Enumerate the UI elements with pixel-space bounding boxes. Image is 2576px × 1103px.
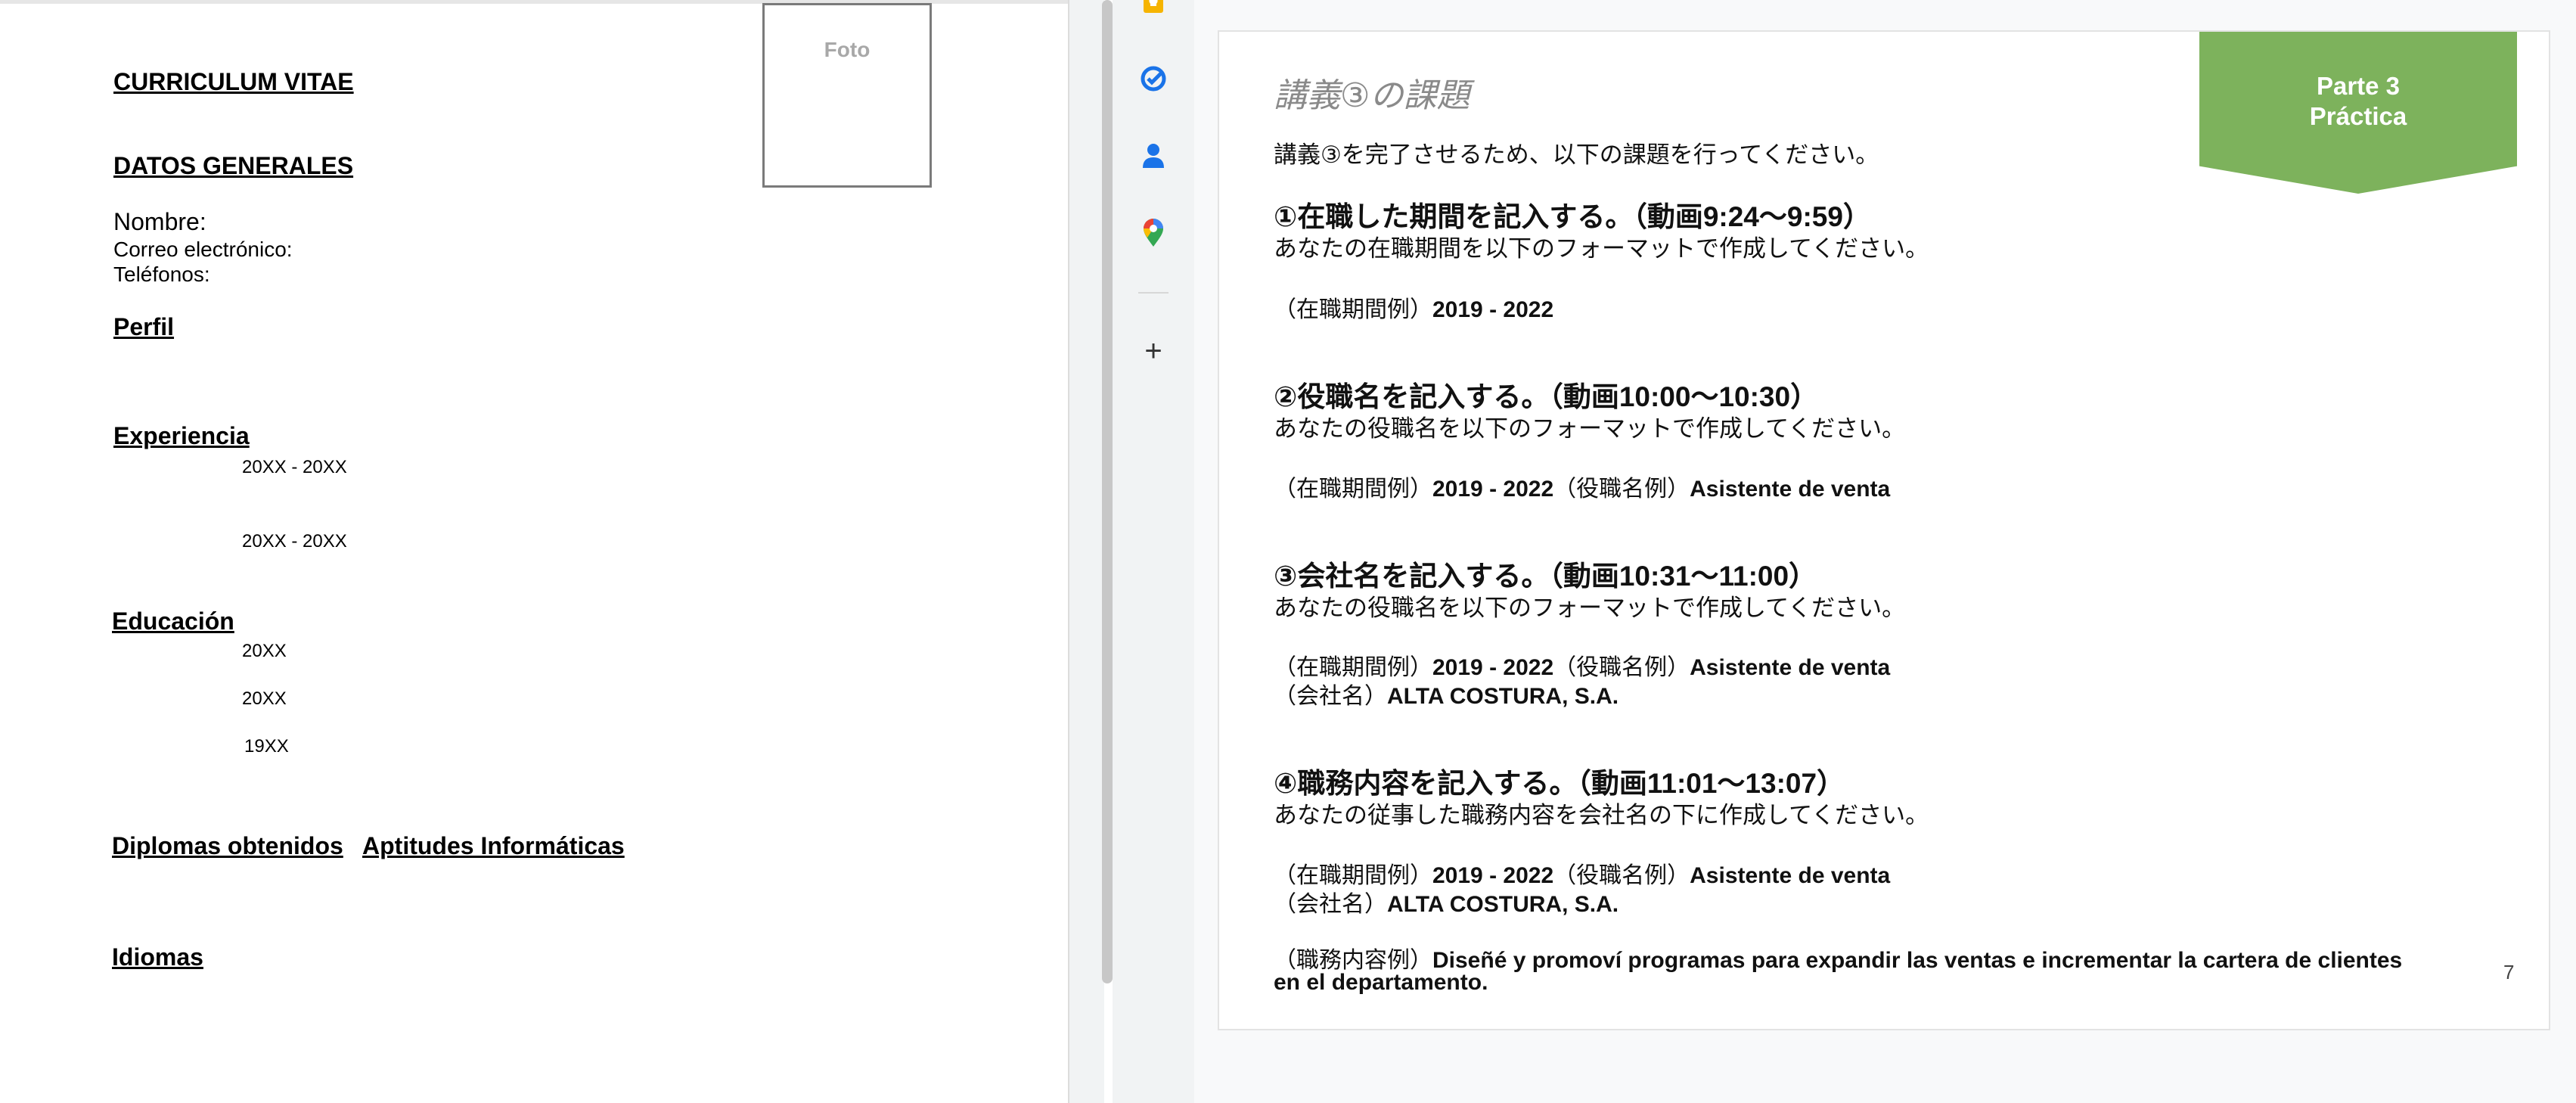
side-panel-divider: [1138, 292, 1169, 294]
keep-icon[interactable]: [1138, 0, 1169, 18]
contacts-icon[interactable]: [1138, 141, 1169, 171]
education-date: 20XX: [242, 688, 287, 709]
duties-value-line-1: Diseñé y promoví programas para expandir…: [1432, 948, 2403, 973]
diplomas-heading: Diplomas obtenidos: [112, 832, 343, 859]
task-1-example: （在職期間例）2019 - 2022: [1274, 291, 1553, 324]
slide-title: 講義③の課題: [1274, 76, 1470, 115]
languages-heading: Idiomas: [112, 943, 203, 971]
role-label: （役職名例）: [1553, 477, 1690, 502]
task-2-example: （在職期間例）2019 - 2022（役職名例）Asistente de ven…: [1274, 470, 1890, 503]
education-date: 19XX: [244, 736, 289, 757]
role-value: Asistente de venta: [1690, 477, 1891, 502]
period-label: （在職期間例）: [1274, 297, 1432, 322]
cv-title: CURRICULUM VITAE: [113, 68, 354, 95]
name-label: Nombre:: [113, 208, 206, 235]
section-banner: Parte 3 Práctica: [2199, 32, 2517, 194]
slide-intro: 講義③を完了させるため、以下の課題を行ってください。: [1274, 141, 1879, 168]
task-4-example-line-4: en el departamento.: [1274, 970, 1488, 996]
task-3-example-line-2: （会社名）ALTA COSTURA, S.A.: [1274, 677, 1619, 710]
period-value: 2019 - 2022: [1432, 297, 1554, 322]
experience-heading: Experiencia: [113, 422, 250, 449]
period-label: （在職期間例）: [1274, 477, 1432, 502]
company-value: ALTA COSTURA, S.A.: [1387, 892, 1619, 917]
profile-heading: Perfil: [113, 313, 175, 340]
computer-skills-heading: Aptitudes Informáticas: [362, 832, 625, 859]
duties-value-line-2: en el departamento.: [1274, 970, 1488, 995]
education-date: 20XX: [242, 641, 287, 661]
experience-date: 20XX - 20XX: [242, 457, 347, 477]
add-label: +: [1144, 334, 1162, 368]
task-2-heading: ②役職名を記入する。（動画10:00〜10:30）: [1274, 381, 1819, 412]
cv-document[interactable]: CURRICULUM VITAE Foto DATOS GENERALES No…: [0, 0, 1068, 1103]
task-4-example-line-2: （会社名）ALTA COSTURA, S.A.: [1274, 885, 1619, 918]
task-1-heading: ①在職した期間を記入する。（動画9:24〜9:59）: [1274, 201, 1871, 232]
maps-icon[interactable]: [1138, 218, 1169, 248]
phone-label: Teléfonos:: [113, 263, 210, 286]
role-value: Asistente de venta: [1690, 655, 1891, 680]
email-label: Correo electrónico:: [113, 238, 293, 261]
task-3-heading: ③会社名を記入する。（動画10:31〜11:00）: [1274, 561, 1817, 592]
document-scrollbar[interactable]: [1102, 0, 1113, 983]
banner-line-1: Parte 3: [2316, 72, 2401, 100]
company-value: ALTA COSTURA, S.A.: [1387, 684, 1619, 709]
slide-page-number: 7: [2503, 961, 2515, 983]
pane-gutter: [1069, 0, 1104, 1103]
banner-line-2: Práctica: [2309, 102, 2407, 130]
role-value: Asistente de venta: [1690, 863, 1891, 888]
add-icon[interactable]: +: [1138, 336, 1169, 366]
task-1-description: あなたの在職期間を以下のフォーマットで作成してください。: [1274, 235, 1929, 262]
side-panel: +: [1113, 0, 1194, 1103]
experience-date: 20XX - 20XX: [242, 531, 347, 552]
company-label: （会社名）: [1274, 892, 1387, 917]
task-4-heading: ④職務内容を記入する。（動画11:01〜13:07）: [1274, 768, 1845, 799]
task-3-description: あなたの役職名を以下のフォーマットで作成してください。: [1274, 595, 1906, 621]
task-2-description: あなたの役職名を以下のフォーマットで作成してください。: [1274, 415, 1906, 442]
photo-placeholder: Foto: [762, 3, 932, 188]
period-value: 2019 - 2022: [1432, 477, 1554, 502]
slide-page[interactable]: Parte 3 Práctica 講義③の課題 講義③を完了させるため、以下の課…: [1218, 30, 2550, 1030]
general-data-heading: DATOS GENERALES: [113, 152, 354, 179]
education-heading: Educación: [112, 607, 234, 635]
task-4-description: あなたの従事した職務内容を会社名の下に作成してください。: [1274, 802, 1929, 828]
photo-label: Foto: [824, 38, 871, 61]
company-label: （会社名）: [1274, 684, 1387, 709]
tasks-icon[interactable]: [1138, 64, 1169, 94]
